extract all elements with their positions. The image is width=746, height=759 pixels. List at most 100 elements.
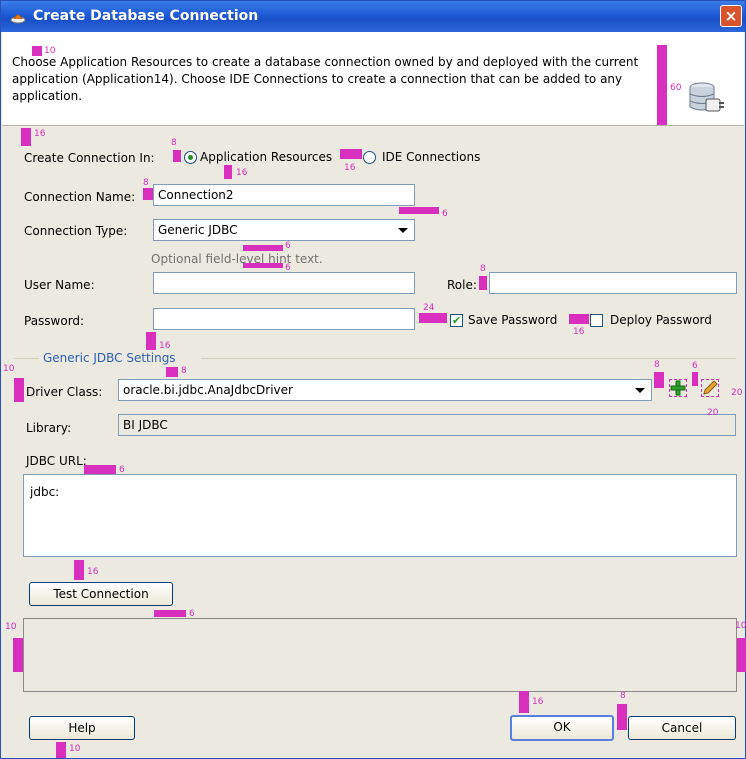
description-header: Choose Application Resources to create a… (2, 32, 744, 126)
database-icon (689, 82, 724, 112)
library-label: Library: (26, 421, 72, 435)
edit-driver-button[interactable] (701, 379, 719, 397)
spacing-marker (519, 691, 529, 713)
spacing-label: 8 (181, 366, 187, 376)
jdbc-settings-heading: Generic JDBC Settings (43, 351, 176, 365)
spacing-label: 6 (285, 241, 291, 251)
spacing-label: 6 (285, 263, 291, 273)
role-label: Role: (447, 278, 477, 292)
window-title: Create Database Connection (33, 8, 259, 24)
spacing-marker (146, 332, 156, 350)
hint-text: Optional field-level hint text. (151, 252, 323, 266)
spacing-label: 8 (654, 360, 660, 370)
create-in-label: Create Connection In: (24, 151, 155, 165)
spacing-label: 20 (731, 388, 743, 398)
spacing-marker (32, 46, 42, 56)
spacing-marker (14, 378, 24, 402)
close-icon[interactable]: × (720, 5, 742, 27)
radio-application-resources[interactable] (184, 151, 197, 164)
spacing-label: 16 (87, 567, 99, 577)
spacing-label: 16 (236, 168, 248, 178)
cancel-button[interactable]: Cancel (628, 716, 736, 740)
test-status-area (23, 618, 737, 692)
spacing-label: 10 (44, 46, 56, 56)
spacing-marker (154, 610, 186, 617)
spacing-label: 20 (707, 408, 719, 418)
spacing-label: 16 (344, 163, 356, 173)
user-name-label: User Name: (24, 278, 95, 292)
spacing-marker (657, 45, 667, 125)
spacing-label: 8 (620, 691, 626, 701)
plus-icon (670, 380, 686, 396)
deploy-password-checkbox[interactable] (590, 314, 603, 327)
jdbc-url-textarea[interactable]: jdbc: (23, 474, 737, 557)
deploy-password-label[interactable]: Deploy Password (610, 313, 712, 327)
spacing-marker (74, 560, 84, 580)
chevron-down-icon (635, 388, 645, 393)
spacing-marker (224, 165, 232, 179)
spacing-label: 6 (119, 465, 125, 475)
dialog-window: Create Database Connection × Choose Appl… (0, 0, 746, 759)
jdbc-url-value: jdbc: (30, 485, 60, 499)
application-resources-label[interactable]: Application Resources (200, 150, 332, 164)
connection-name-field[interactable]: Connection2 (153, 184, 415, 206)
spacing-label: 10 (3, 364, 15, 374)
spacing-marker (84, 465, 116, 474)
spacing-label: 6 (692, 361, 698, 371)
header-description: Choose Application Resources to create a… (12, 55, 639, 103)
spacing-label: 8 (143, 178, 149, 188)
spacing-marker (737, 638, 746, 672)
chevron-down-icon (398, 228, 408, 233)
spacing-label: 6 (189, 609, 195, 619)
group-divider-right (201, 358, 736, 359)
spacing-label: 10 (69, 744, 81, 754)
spacing-label: 16 (573, 327, 585, 337)
spacing-marker (479, 276, 487, 290)
save-password-label[interactable]: Save Password (468, 313, 557, 327)
spacing-marker (617, 704, 627, 730)
spacing-marker (173, 150, 181, 162)
connection-name-label: Connection Name: (24, 190, 136, 204)
spacing-marker (166, 367, 178, 377)
spacing-label: 16 (532, 697, 544, 707)
driver-class-select[interactable]: oracle.bi.jdbc.AnaJdbcDriver (118, 379, 652, 401)
spacing-label: 10 (5, 622, 17, 632)
test-connection-button[interactable]: Test Connection (29, 582, 173, 606)
radio-ide-connections[interactable] (363, 151, 376, 164)
spacing-marker (399, 207, 439, 214)
connection-type-select[interactable]: Generic JDBC (153, 219, 415, 241)
spacing-label: 8 (171, 138, 177, 148)
spacing-label: 8 (480, 264, 486, 274)
driver-class-label: Driver Class: (26, 385, 103, 399)
connection-type-label: Connection Type: (24, 224, 128, 238)
spacing-marker (243, 245, 283, 251)
app-icon (10, 14, 26, 24)
spacing-marker (21, 128, 31, 146)
spacing-label: 16 (34, 129, 46, 139)
library-field: BI JDBC (118, 414, 736, 436)
connection-type-value: Generic JDBC (158, 223, 238, 237)
ok-button[interactable]: OK (510, 715, 614, 741)
spacing-label: 16 (159, 341, 171, 351)
spacing-label: 6 (442, 209, 448, 219)
spacing-label: 24 (423, 303, 435, 313)
group-divider-left (14, 358, 39, 359)
spacing-marker (56, 742, 66, 758)
password-label: Password: (24, 314, 85, 328)
save-password-checkbox[interactable]: ✔ (450, 314, 463, 327)
user-name-field[interactable] (153, 272, 415, 294)
spacing-marker (654, 372, 664, 388)
spacing-marker (13, 638, 23, 672)
spacing-marker (569, 314, 589, 324)
spacing-marker (340, 149, 362, 159)
add-driver-button[interactable] (669, 379, 687, 397)
spacing-marker (243, 263, 283, 268)
password-field[interactable] (153, 308, 415, 330)
ide-connections-label[interactable]: IDE Connections (382, 150, 480, 164)
title-bar[interactable]: Create Database Connection × (1, 1, 745, 32)
spacing-label: 60 (670, 83, 682, 93)
spacing-label: 10 (735, 621, 746, 631)
jdbc-url-label: JDBC URL: (26, 454, 87, 468)
help-button[interactable]: Help (29, 716, 135, 740)
role-field[interactable] (489, 272, 737, 294)
